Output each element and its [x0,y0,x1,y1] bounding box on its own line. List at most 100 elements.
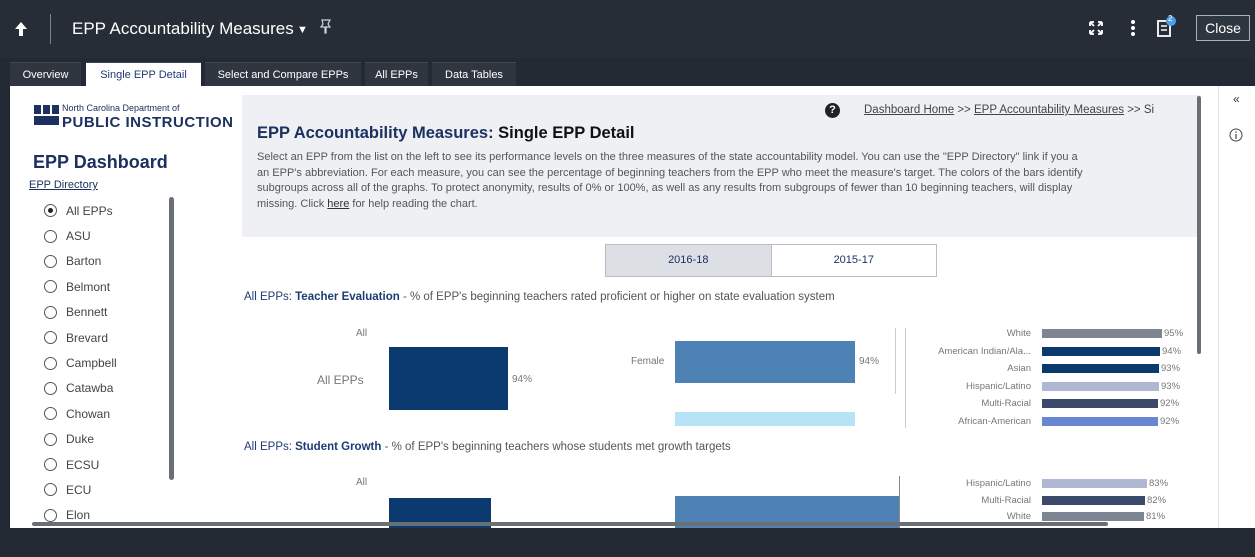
epp-option[interactable]: Brevard [44,325,174,350]
radio-button[interactable] [44,407,57,421]
epp-option-label: Brevard [66,330,109,345]
year-button-2016-18[interactable]: 2016-18 [606,245,772,276]
arrow-up-icon[interactable] [10,18,32,40]
radio-button[interactable] [44,381,57,395]
race-bar[interactable] [1042,399,1158,408]
radio-button[interactable] [44,483,57,497]
race-label: White [1006,511,1031,522]
epp-option[interactable]: Chowan [44,401,174,426]
all-epps-label: All EPPs [317,373,364,387]
race-bar[interactable] [1042,495,1145,505]
divider [899,476,900,528]
all-header: All [356,328,368,339]
tab-overview[interactable]: Overview [10,62,81,86]
breadcrumb: Dashboard Home >> EPP Accountability Mea… [864,104,1200,116]
breadcrumb-home-link[interactable]: Dashboard Home [864,104,954,116]
race-label: African-American [958,415,1031,427]
race-bar[interactable] [1042,381,1159,391]
main-vertical-scrollbar[interactable] [1197,96,1201,354]
epp-option[interactable]: Belmont [44,274,174,299]
epp-option-label: Elon [66,508,91,523]
report-title[interactable]: EPP Accountability Measures [72,19,294,39]
race-value: 92% [1160,415,1180,427]
race-bar[interactable] [1042,512,1144,521]
radio-button[interactable] [44,280,57,294]
epp-radio-list: All EPPs ASU Barton Belmont Bennett Brevard Ca… [44,198,174,528]
main-horizontal-scrollbar[interactable] [32,522,1108,526]
female-bar[interactable] [675,341,855,383]
info-icon[interactable] [1229,128,1243,142]
close-button[interactable]: Close [1196,15,1250,41]
logo-line1: North Carolina Department of [62,103,180,113]
tab-single-epp-detail[interactable]: Single EPP Detail [86,62,201,86]
epp-option-label: ASU [66,229,91,244]
race-bar[interactable] [1042,479,1147,488]
race-label: Hispanic/Latino [966,380,1031,392]
epp-option-label: Duke [66,432,95,447]
header-divider [50,14,51,44]
desc-line: missing. Click here for help reading the… [257,197,1202,213]
breadcrumb-tail: Si [1143,104,1155,116]
radio-button[interactable] [44,305,57,319]
epp-option[interactable]: ASU [44,223,174,248]
breadcrumb-current-link[interactable]: EPP Accountability Measures [974,104,1124,116]
help-icon[interactable]: ? [825,103,840,118]
measure-desc: - % of EPP's beginning teachers rated pr… [399,291,835,303]
desc-text: for help reading the chart. [349,197,478,210]
radio-button[interactable] [44,432,57,446]
epp-option[interactable]: ECU [44,477,174,502]
tab-select-compare[interactable]: Select and Compare EPPs [205,62,361,86]
measure-name: Teacher Evaluation [295,291,400,303]
sidebar-scrollbar[interactable] [169,197,174,480]
all-epps-bar[interactable] [389,347,508,410]
tab-all-epps[interactable]: All EPPs [365,62,428,86]
epp-option[interactable]: ECSU [44,452,174,477]
description: Select an EPP from the list on the left … [257,150,1202,220]
epp-option[interactable]: All EPPs [44,198,174,223]
desc-line: subgroups across all of the graphs. To p… [257,182,1073,194]
radio-button[interactable] [44,204,57,218]
radio-button[interactable] [44,331,57,345]
epp-option[interactable]: Duke [44,427,174,452]
race-label: White [1006,328,1031,339]
collapse-icon[interactable]: « [1233,92,1240,106]
notification-badge: 2 [1168,14,1173,23]
epp-option-label: ECSU [66,457,100,472]
epp-option[interactable]: Barton [44,249,174,274]
radio-button[interactable] [44,229,57,243]
gender-label: Female [631,356,665,367]
radio-button[interactable] [44,458,57,472]
race-bar[interactable] [1042,416,1158,426]
epp-option[interactable]: Campbell [44,350,174,375]
epp-option[interactable]: Catawba [44,376,174,401]
race-label: Multi-Racial [981,398,1031,409]
epp-label: All EPPs: [244,441,292,453]
race-value: 83% [1149,478,1169,489]
breadcrumb-separator: >> [957,104,971,116]
radio-button[interactable] [44,356,57,370]
more-options-icon[interactable] [1129,19,1137,37]
year-button-2015-17[interactable]: 2015-17 [772,245,937,276]
page-title-suffix: Single EPP Detail [498,124,635,142]
epp-option[interactable]: Bennett [44,300,174,325]
ncdpi-logo-icon [34,105,59,125]
race-bar[interactable] [1042,346,1160,356]
radio-button[interactable] [44,254,57,268]
right-rail: « [1218,86,1255,528]
year-selector: 2016-18 2015-17 [605,244,937,277]
dashboard-title: EPP Dashboard [33,152,168,172]
divider [905,328,906,428]
radio-button[interactable] [44,508,57,522]
expand-icon[interactable] [1088,20,1104,36]
race-bar[interactable] [1042,364,1159,373]
pin-icon[interactable] [318,18,334,34]
female-value: 94% [859,356,880,367]
help-here-link[interactable]: here [327,198,349,210]
epp-directory-link[interactable]: EPP Directory [29,179,98,191]
chevron-down-icon[interactable]: ▼ [297,24,308,36]
male-bar[interactable] [675,412,855,426]
race-bar[interactable] [1042,329,1162,338]
race-label: Multi-Racial [981,494,1031,506]
tab-bar: Overview Single EPP Detail Select and Co… [0,58,1255,86]
tab-data-tables[interactable]: Data Tables [432,62,516,86]
